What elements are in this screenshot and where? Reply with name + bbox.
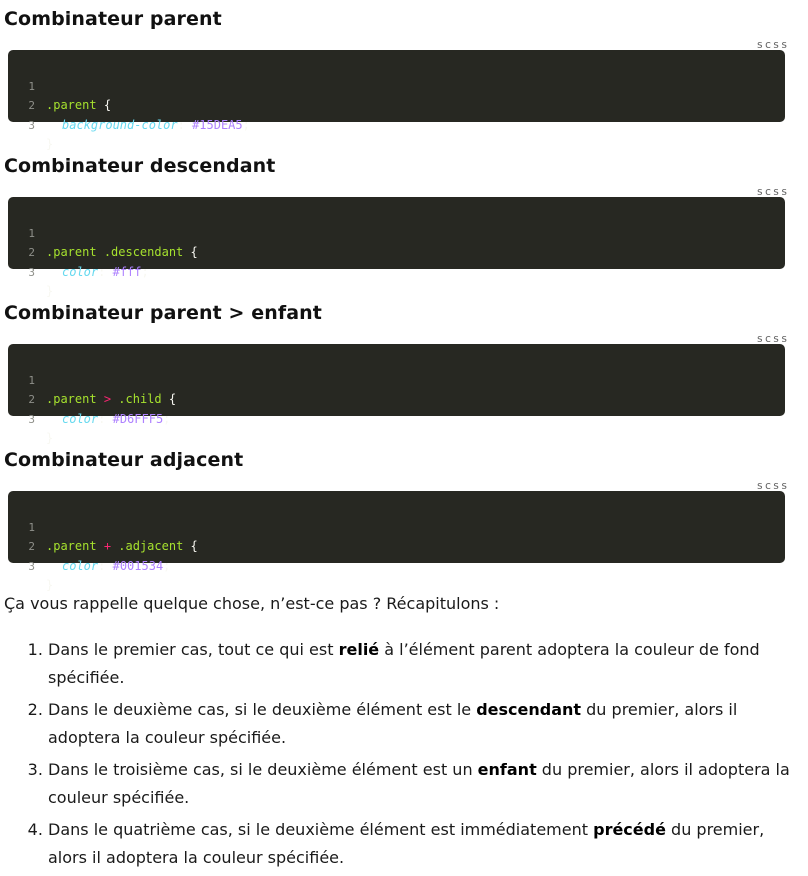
- code-block: 1 .parent + .adjacent { 2 color: #001534…: [8, 491, 785, 593]
- section-title: Combinateur descendant: [4, 155, 276, 177]
- recap-item: Dans le quatrième cas, si le deuxième él…: [48, 816, 790, 872]
- code-line: 3 }: [8, 537, 785, 593]
- code-semicolon: ;: [141, 264, 149, 279]
- code-line: 2 color: #001534;: [8, 518, 785, 573]
- code-line: 1 .parent > .child {: [8, 351, 785, 407]
- code-semicolon: ;: [242, 117, 250, 132]
- code-value: #D6FFF5: [112, 411, 164, 426]
- code-brace: }: [46, 284, 54, 298]
- code-value: #15DEA5: [192, 117, 243, 132]
- section-descendant: Combinateur descendant scss 1 .parent .d…: [0, 155, 808, 299]
- code-property: color: [62, 264, 99, 279]
- code-line: 1 .parent .descendant {: [8, 204, 785, 260]
- code-semicolon: ;: [163, 411, 171, 426]
- section-adjacent: Combinateur adjacent scss 1 .parent + .a…: [0, 449, 808, 593]
- code-line: 3 }: [8, 390, 785, 446]
- line-number: 3: [28, 412, 35, 426]
- code-line: 3 }: [8, 243, 785, 299]
- code-block: 1 .parent > .child { 2 color: #D6FFF5; 3…: [8, 344, 785, 446]
- code-brace: }: [46, 578, 54, 592]
- code-brace: }: [46, 431, 54, 445]
- recap-keyword: descendant: [476, 700, 582, 719]
- recap-item: Dans le troisième cas, si le deuxième él…: [48, 756, 790, 812]
- code-colon: :: [98, 411, 106, 426]
- section-title: Combinateur parent: [4, 8, 222, 30]
- code-brace: }: [46, 137, 54, 151]
- recap-keyword: précédé: [593, 820, 666, 839]
- code-line: 2 background-color: #15DEA5;: [8, 77, 785, 132]
- code-colon: :: [98, 558, 106, 573]
- recap-keyword: relié: [338, 640, 380, 659]
- code-semicolon: ;: [163, 558, 171, 573]
- code-value: #fff: [112, 264, 142, 279]
- code-property: background-color: [62, 117, 178, 132]
- code-colon: :: [177, 117, 185, 132]
- code-property: color: [62, 558, 99, 573]
- recap-list: Dans le premier cas, tout ce qui est rel…: [0, 636, 790, 876]
- code-block: 1 .parent { 2 background-color: #15DEA5;…: [8, 50, 785, 152]
- code-line: 2 color: #D6FFF5;: [8, 371, 785, 426]
- recap-item: Dans le deuxième cas, si le deuxième élé…: [48, 696, 790, 752]
- intro-paragraph: Ça vous rappelle quelque chose, n’est-ce…: [4, 594, 500, 613]
- code-line: 1 .parent + .adjacent {: [8, 498, 785, 554]
- code-block: 1 .parent .descendant { 2 color: #fff; 3…: [8, 197, 785, 299]
- article-page: Combinateur parent scss 1 .parent { 2 ba…: [0, 0, 808, 871]
- section-title: Combinateur adjacent: [4, 449, 244, 471]
- line-number: 3: [28, 118, 35, 132]
- line-number: 3: [28, 265, 35, 279]
- recap-text: Dans le premier cas, tout ce qui est: [48, 640, 339, 659]
- recap-keyword: enfant: [477, 760, 537, 779]
- code-value: #001534: [112, 558, 164, 573]
- code-line: 2 color: #fff;: [8, 224, 785, 279]
- section-title: Combinateur parent > enfant: [4, 302, 322, 324]
- section-parent: Combinateur parent scss 1 .parent { 2 ba…: [0, 8, 808, 152]
- recap-text: Dans le quatrième cas, si le deuxième él…: [48, 820, 594, 839]
- line-number: 3: [28, 559, 35, 573]
- section-child: Combinateur parent > enfant scss 1 .pare…: [0, 302, 808, 446]
- code-line: 3 }: [8, 96, 785, 152]
- recap-item: Dans le premier cas, tout ce qui est rel…: [48, 636, 790, 692]
- recap-text: Dans le deuxième cas, si le deuxième élé…: [48, 700, 477, 719]
- code-property: color: [62, 411, 99, 426]
- code-colon: :: [98, 264, 106, 279]
- code-line: 1 .parent {: [8, 57, 785, 113]
- recap-text: Dans le troisième cas, si le deuxième él…: [48, 760, 478, 779]
